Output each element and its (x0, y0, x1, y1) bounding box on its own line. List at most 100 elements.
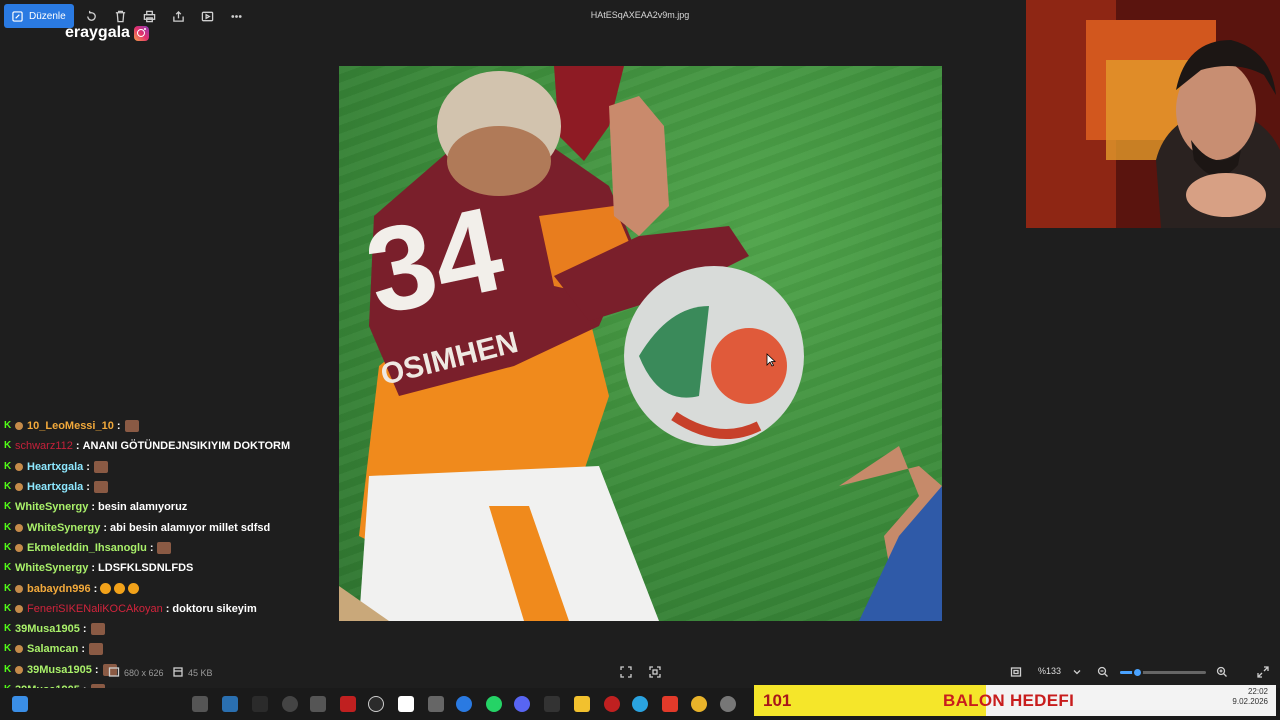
chat-separator: : (75, 440, 80, 453)
kick-badge-icon: K (4, 623, 12, 635)
kick-badge-icon: K (4, 643, 12, 655)
chat-username[interactable]: WhiteSynergy (27, 522, 100, 534)
file-explorer-icon[interactable] (574, 696, 590, 712)
chat-separator: : (103, 521, 108, 534)
chat-message: K Heartxgala : (4, 457, 334, 477)
football-photo-illustration: 34 OSIMHEN (339, 66, 942, 621)
subscriber-badge-icon (15, 483, 23, 492)
kick-badge-icon: K (4, 602, 12, 614)
chat-text: doktoru sikeyim (172, 602, 257, 615)
taskbar-app-icon[interactable] (282, 696, 298, 712)
fullscreen-icon[interactable] (1257, 666, 1269, 678)
discord-icon[interactable] (514, 696, 530, 712)
heart-eyes-emoji-icon (100, 583, 112, 595)
taskbar-app-icon[interactable] (398, 696, 414, 712)
webcam-illustration (1026, 0, 1280, 228)
streamer-webcam (1026, 0, 1280, 228)
chat-message: K WhiteSynergy : LDSFKLSDNLFDS (4, 558, 334, 578)
whatsapp-icon[interactable] (486, 696, 502, 712)
chrome-icon[interactable] (691, 696, 707, 712)
chat-message: K 10_LeoMessi_10 : (4, 416, 334, 436)
chat-separator: : (86, 460, 90, 473)
chat-text: LDSFKLSDNLFDS (98, 562, 194, 575)
chat-username[interactable]: babaydn996 (27, 583, 91, 595)
displayed-photo[interactable]: 34 OSIMHEN (339, 66, 942, 621)
chat-text: abi besin alamıyor millet sdfsd (110, 521, 271, 534)
chat-emote-icon (124, 420, 139, 433)
chat-separator: : (116, 420, 121, 433)
kick-badge-icon: K (4, 562, 12, 574)
file-size-icon (172, 666, 184, 678)
kick-badge-icon: K (4, 440, 12, 452)
taskbar-app-icon[interactable] (192, 696, 208, 712)
zoom-level[interactable]: %133 (1038, 666, 1061, 676)
chat-text: besin alamıyoruz (98, 501, 188, 514)
chat-separator: : (86, 481, 90, 494)
chat-username[interactable]: Ekmeleddin_Ihsanoglu (27, 542, 147, 554)
settings-icon[interactable] (720, 696, 736, 712)
chat-separator: : (149, 541, 154, 554)
chat-message: K Salamcan : (4, 639, 334, 659)
subscriber-badge-icon (15, 645, 23, 654)
chat-emote-icon (93, 460, 108, 473)
chat-username[interactable]: Heartxgala (27, 461, 83, 473)
chat-emote-icon (90, 623, 105, 636)
chat-separator: : (93, 582, 98, 595)
clock-date: 9.02.2026 (1232, 697, 1268, 706)
edge-icon[interactable] (456, 696, 472, 712)
chat-separator: : (81, 643, 86, 656)
chat-separator: : (165, 602, 170, 615)
sub-goal-bar: 101 BALON HEDEFI 22:02 9.02.2026 (754, 685, 1276, 716)
taskbar-app-icon[interactable] (544, 696, 560, 712)
crop-icon[interactable] (649, 666, 661, 678)
taskbar-app-icon[interactable] (340, 696, 356, 712)
taskbar-app-icon[interactable] (662, 696, 678, 712)
heart-eyes-emoji-icon (114, 583, 126, 595)
chat-username[interactable]: WhiteSynergy (15, 562, 88, 574)
chat-text: ANANI GÖTÜNDEJNSIKIYIM DOKTORM (82, 440, 291, 453)
taskbar-app-icon[interactable] (252, 696, 268, 712)
chatgpt-icon[interactable] (368, 696, 384, 712)
chat-separator: : (91, 562, 96, 575)
status-bar: 680 x 626 45 KB (0, 660, 1280, 684)
subscriber-badge-icon (15, 543, 23, 552)
chat-username[interactable]: WhiteSynergy (15, 501, 88, 513)
chat-username[interactable]: Salamcan (27, 643, 78, 655)
actual-size-icon[interactable] (1010, 666, 1022, 678)
svg-text:34: 34 (355, 181, 514, 340)
taskbar-app-icon[interactable] (428, 696, 444, 712)
subscriber-badge-icon (15, 523, 23, 532)
chat-username[interactable]: Heartxgala (27, 481, 83, 493)
chat-username[interactable]: 39Musa1905 (15, 623, 80, 635)
fit-to-window-icon[interactable] (620, 666, 632, 678)
chat-emote-icon (93, 481, 108, 494)
taskbar-app-icon[interactable] (310, 696, 326, 712)
telegram-icon[interactable] (632, 696, 648, 712)
mouse-cursor-icon (766, 353, 776, 367)
zoom-dropdown-chevron-icon[interactable] (1071, 666, 1083, 678)
chat-message: K WhiteSynergy : besin alamıyoruz (4, 497, 334, 517)
taskbar-app-icon[interactable] (222, 696, 238, 712)
chat-username[interactable]: schwarz112 (15, 440, 73, 452)
chat-username[interactable]: 10_LeoMessi_10 (27, 420, 114, 432)
kick-badge-icon: K (4, 541, 12, 553)
sub-goal-label: BALON HEDEFI (943, 691, 1075, 710)
chat-username[interactable]: FeneriSIKENaliKOCAkoyan (27, 603, 163, 615)
system-clock: 22:02 9.02.2026 (1232, 687, 1268, 707)
chat-message: K Heartxgala : (4, 477, 334, 497)
subscriber-badge-icon (15, 584, 23, 593)
clock-time: 22:02 (1247, 687, 1268, 696)
subscriber-badge-icon (15, 422, 23, 431)
taskbar-app-icon[interactable] (604, 696, 620, 712)
chat-message: K39Musa1905 : (4, 619, 334, 639)
zoom-slider[interactable] (1120, 667, 1206, 678)
zoom-in-icon[interactable] (1216, 666, 1228, 678)
chat-emote-icon (89, 643, 104, 656)
heart-eyes-emoji-icon (128, 583, 140, 595)
image-dimensions: 680 x 626 (124, 668, 164, 678)
kick-badge-icon: K (4, 460, 12, 472)
photos-viewer-window: Düzenle HAtESqAXEAA2v9m.jpg eraygala 34 (0, 0, 1280, 720)
start-icon[interactable] (12, 696, 28, 712)
zoom-out-icon[interactable] (1097, 666, 1109, 678)
subscriber-badge-icon (15, 604, 23, 613)
